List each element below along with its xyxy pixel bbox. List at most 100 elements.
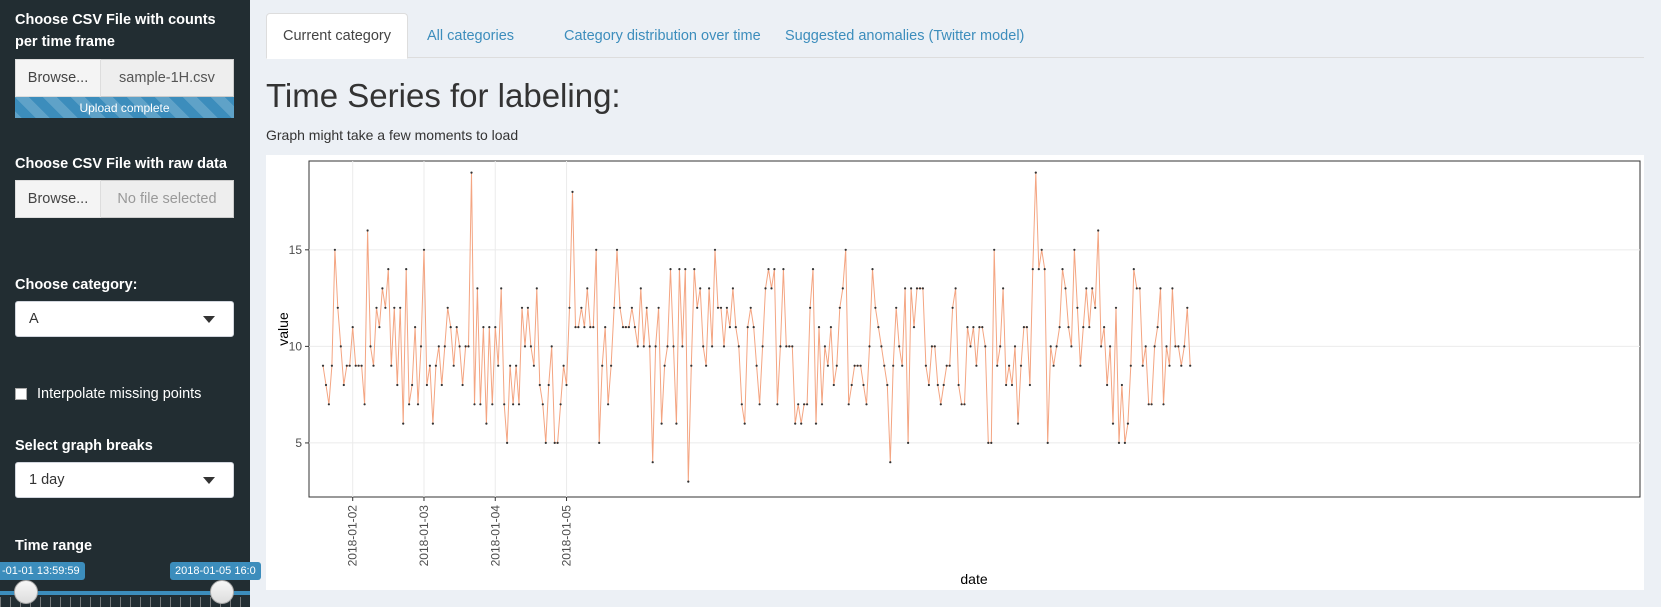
data-point (764, 287, 767, 290)
data-point (342, 383, 345, 387)
data-point (711, 345, 714, 348)
data-point (333, 248, 336, 251)
data-point (693, 268, 696, 271)
data-point (425, 383, 428, 387)
data-point (663, 364, 666, 367)
data-point (330, 364, 333, 367)
tab-current-category[interactable]: Current category (266, 13, 408, 59)
data-point (889, 461, 892, 464)
data-point (446, 306, 449, 309)
category-select[interactable]: A (15, 301, 234, 337)
data-point (987, 441, 990, 444)
chevron-down-icon (203, 316, 215, 323)
data-point (1010, 383, 1014, 387)
data-point (657, 306, 660, 309)
counts-browse-button[interactable]: Browse... (15, 59, 101, 97)
data-point (877, 326, 880, 329)
data-point (811, 268, 815, 271)
data-point (639, 287, 642, 290)
data-point (1013, 345, 1017, 348)
data-point (1138, 287, 1141, 290)
data-point (345, 364, 348, 367)
data-point (728, 326, 731, 329)
data-point (1114, 306, 1118, 309)
interpolate-checkbox[interactable] (15, 388, 27, 400)
tab-suggested-anomalies[interactable]: Suggested anomalies (Twitter model) (769, 13, 1040, 58)
data-point (1040, 248, 1043, 251)
data-point (363, 403, 366, 406)
time-range-start-handle[interactable] (14, 580, 38, 604)
data-point (414, 326, 417, 329)
counts-file-input[interactable]: Browse... sample-1H.csv (15, 59, 234, 97)
data-point (969, 345, 972, 348)
data-point (809, 306, 812, 309)
y-tick-label: 15 (289, 243, 303, 257)
data-point (324, 383, 328, 387)
tab-all-categories[interactable]: All categories (411, 13, 530, 58)
data-point (1073, 248, 1076, 251)
data-point (559, 403, 562, 406)
data-point (1144, 345, 1147, 348)
interpolate-checkbox-row[interactable]: Interpolate missing points (15, 386, 201, 402)
data-point (523, 345, 527, 348)
data-point (898, 345, 901, 348)
data-point (1120, 383, 1123, 387)
data-point (856, 364, 859, 367)
data-point (520, 306, 524, 309)
data-point (716, 306, 720, 309)
data-point (957, 383, 960, 387)
data-point (1123, 441, 1126, 444)
data-point (1189, 364, 1192, 367)
data-point (482, 326, 485, 329)
data-point (366, 229, 369, 232)
data-point (550, 345, 553, 348)
data-point (1085, 287, 1088, 290)
x-axis-ticks: 2018-01-02 2018-01-03 2018-01-04 2018-01-05 (346, 497, 574, 566)
data-point (479, 403, 482, 406)
data-point (1180, 364, 1183, 367)
raw-file-input[interactable]: Browse... No file selected (15, 180, 234, 218)
data-point (627, 326, 630, 329)
time-range-end-badge: 2018-01-05 16:0 (170, 562, 261, 580)
data-point (509, 364, 512, 367)
data-point (930, 345, 934, 348)
data-point (1043, 268, 1046, 271)
data-point (865, 403, 868, 406)
data-point (378, 326, 381, 329)
data-point (422, 248, 426, 251)
raw-file-name: No file selected (101, 180, 234, 218)
data-point (589, 326, 592, 329)
tab-category-distribution[interactable]: Category distribution over time (548, 13, 777, 58)
data-point (595, 248, 598, 251)
data-point (452, 364, 455, 367)
data-point (871, 268, 874, 271)
data-point (731, 287, 734, 290)
breaks-select[interactable]: 1 day (15, 462, 234, 498)
data-point (384, 306, 387, 309)
data-point (357, 364, 360, 367)
raw-browse-button[interactable]: Browse... (15, 180, 101, 218)
data-point (1097, 229, 1100, 232)
data-point (853, 364, 856, 367)
data-point (1183, 345, 1186, 348)
data-point (660, 422, 663, 425)
interpolate-label: Interpolate missing points (37, 386, 202, 402)
data-point (782, 268, 785, 271)
breaks-value: 1 day (29, 472, 65, 488)
data-point (1153, 345, 1156, 348)
data-point (336, 306, 339, 309)
time-series-chart[interactable]: 51015 2018-01-02 2018-01-03 2018-01-04 2018… (266, 155, 1644, 590)
data-point (737, 345, 740, 348)
data-point (360, 364, 363, 367)
time-range-end-handle[interactable] (210, 580, 234, 604)
data-point (1168, 364, 1171, 367)
data-point (990, 441, 993, 444)
data-point (832, 383, 835, 387)
data-point (978, 326, 981, 329)
data-point (684, 268, 687, 271)
data-point (1034, 171, 1037, 174)
data-point (921, 287, 925, 290)
data-point (1103, 326, 1106, 329)
data-point (633, 326, 636, 329)
category-value: A (29, 311, 39, 327)
